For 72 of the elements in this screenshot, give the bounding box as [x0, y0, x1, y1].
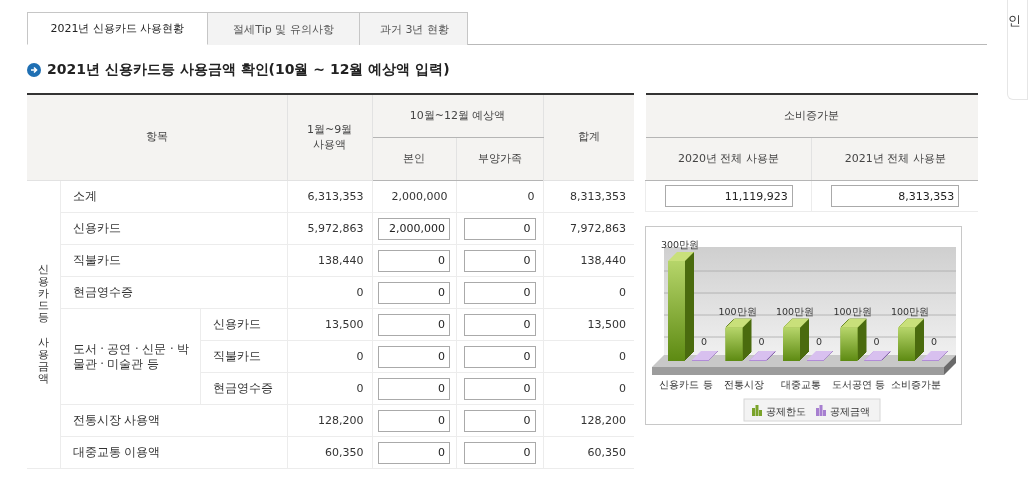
amount-field[interactable]: 0 [463, 409, 536, 432]
column-header: 1월~9월 사용액 [287, 94, 373, 181]
column-header: 소비증가분 [645, 94, 979, 138]
legend-label: 공제한도 [766, 406, 807, 417]
table-cell: 0 [287, 372, 373, 405]
column-header: 2021년 전체 사용분 [811, 137, 979, 181]
amount-field[interactable]: 0 [463, 281, 536, 304]
row-label: 현금영수증 [60, 276, 288, 309]
table-cell: 6,313,353 [287, 180, 373, 213]
amount-field[interactable]: 2,000,000 [378, 217, 451, 240]
value-label: 0 [931, 336, 938, 347]
row-label: 현금영수증 [200, 372, 288, 405]
legend-label: 공제금액 [830, 406, 871, 417]
amount-field[interactable]: 0 [378, 345, 451, 368]
value-label: 100만원 [775, 305, 815, 317]
column-header: 항목 [27, 94, 288, 181]
category-label: 대중교통 [781, 379, 822, 390]
tab[interactable]: 절세Tip 및 유의사항 [208, 12, 360, 45]
value-label: 0 [701, 336, 708, 347]
amount-field[interactable]: 0 [378, 441, 451, 464]
table-cell: 0 [287, 340, 373, 373]
amount-field[interactable]: 0 [463, 345, 536, 368]
amount-field[interactable]: 0 [378, 249, 451, 272]
table-cell: 0 [287, 276, 373, 309]
category-label: 전통시장 [723, 379, 764, 390]
table-cell: 138,440 [287, 244, 373, 277]
row-label: 도서 · 공연 · 신문 · 박물관 · 미술관 등 [60, 308, 200, 405]
arrow-circle-icon [27, 63, 41, 77]
row-label: 신용카드 [60, 212, 288, 245]
amount-field[interactable]: 0 [378, 409, 451, 432]
row-label: 직불카드 [200, 340, 288, 373]
value-label: 100만원 [890, 305, 930, 317]
column-header: 본인 [372, 137, 457, 181]
row-label: 직불카드 [60, 244, 288, 277]
column-header: 2020년 전체 사용분 [645, 137, 812, 181]
amount-field[interactable]: 0 [378, 377, 451, 400]
amount-field[interactable]: 11,119,923 [664, 185, 793, 207]
table-cell: 0 [456, 180, 544, 213]
value-label: 300만원 [660, 239, 700, 250]
value-label: 0 [873, 336, 880, 347]
row-label: 대중교통 이용액 [60, 436, 288, 469]
column-header: 합계 [543, 94, 635, 181]
category-label: 신용카드 등 [659, 379, 713, 390]
table-cell: 5,972,863 [287, 212, 373, 245]
amount-field[interactable]: 0 [463, 313, 536, 336]
amount-field[interactable]: 0 [463, 249, 536, 272]
value-label: 0 [816, 336, 823, 347]
section-title: 2021년 신용카드등 사용금액 확인(10월 ~ 12월 예상액 입력) [47, 61, 450, 79]
amount-field[interactable]: 0 [378, 281, 451, 304]
amount-field[interactable]: 0 [378, 313, 451, 336]
side-panel-label: 인 [1008, 13, 1021, 28]
tab[interactable]: 2021년 신용카드 사용현황 [27, 12, 208, 45]
row-group-label: 신용카드등 사용금액 [37, 264, 49, 385]
amount-field[interactable]: 8,313,353 [831, 185, 960, 207]
value-label: 100만원 [833, 305, 872, 317]
tab[interactable]: 과거 3년 현황 [360, 12, 468, 45]
table-cell: 13,500 [287, 308, 373, 341]
table-cell: 60,350 [287, 436, 373, 469]
row-label: 소계 [60, 180, 288, 213]
amount-field[interactable]: 0 [463, 217, 536, 240]
value-label: 100만원 [718, 305, 757, 317]
category-label: 소비증가분 [891, 379, 942, 390]
column-header: 10월~12월 예상액 [372, 94, 544, 138]
category-label: 도서공연 등 [832, 379, 886, 390]
column-header: 부양가족 [456, 137, 544, 181]
table-cell: 128,200 [287, 404, 373, 437]
table-cell: 2,000,000 [372, 180, 457, 213]
row-label: 전통시장 사용액 [60, 404, 288, 437]
amount-field[interactable]: 0 [463, 377, 536, 400]
value-label: 0 [758, 336, 765, 347]
amount-field[interactable]: 0 [463, 441, 536, 464]
row-label: 신용카드 [200, 308, 288, 341]
